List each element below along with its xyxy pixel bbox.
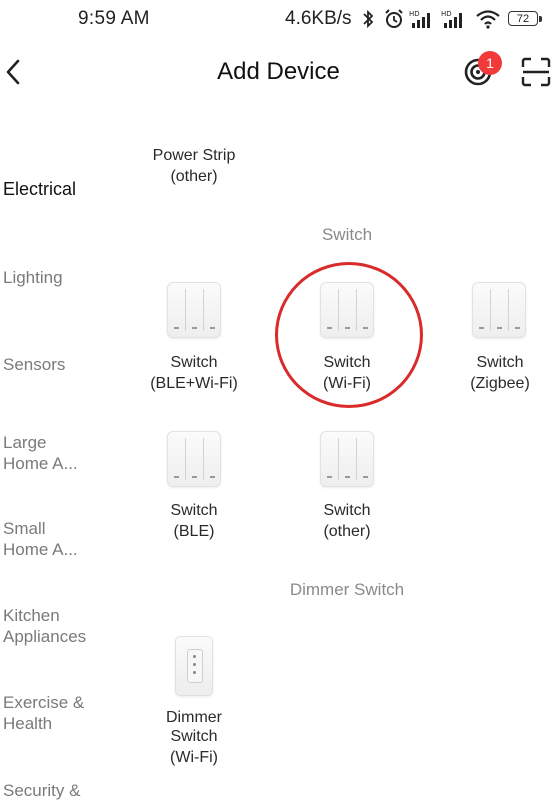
device-label: Switch [170, 502, 218, 519]
alarm-icon [382, 8, 406, 30]
device-label: Switch [323, 502, 371, 519]
section-title-switch: Switch [321, 225, 373, 244]
dimmer-switch-image [175, 636, 213, 696]
battery-icon: 72 [508, 11, 542, 26]
notification-badge: 1 [478, 51, 502, 75]
switch-image [167, 431, 221, 487]
device-label: Dimmer [166, 709, 222, 726]
sidebar-item-small-home-appliances[interactable]: Small Home A... [3, 518, 78, 560]
device-label: (BLE) [173, 523, 215, 540]
device-switch-ble-wifi[interactable]: Switch (BLE+Wi-Fi) [134, 282, 254, 392]
device-label: Switch [170, 354, 218, 371]
scan-icon [521, 57, 551, 87]
sidebar-item-sensors[interactable]: Sensors [3, 354, 65, 375]
device-label: Switch [170, 728, 218, 745]
sidebar-item-electrical[interactable]: Electrical [3, 179, 76, 200]
network-speed: 4.6KB/s [285, 8, 352, 29]
bluetooth-icon [361, 8, 375, 30]
device-label: (Wi-Fi) [170, 749, 218, 766]
device-switch-other[interactable]: Switch (other) [287, 431, 407, 541]
device-switch-ble[interactable]: Switch (BLE) [134, 431, 254, 541]
sidebar-item-exercise-health[interactable]: Exercise & Health [3, 692, 84, 734]
device-dimmer-switch-wifi[interactable]: Dimmer Switch (Wi-Fi) [134, 636, 254, 771]
scan-qr-button[interactable] [520, 56, 552, 88]
device-power-strip-other[interactable]: Power Strip (other) [134, 145, 254, 187]
switch-image [472, 282, 526, 338]
device-label: (other) [170, 168, 218, 185]
status-bar: 9:59 AM 4.6KB/s HD HD 72 [0, 0, 557, 40]
device-switch-zigbee[interactable]: Switch (Zigbee) [440, 282, 557, 392]
device-label: (BLE+Wi-Fi) [150, 375, 238, 392]
sidebar-item-large-home-appliances[interactable]: Large Home A... [3, 432, 78, 474]
device-label: Power Strip [152, 147, 236, 164]
device-label: (Zigbee) [470, 375, 530, 392]
highlight-circle [275, 262, 423, 408]
status-time: 9:59 AM [78, 8, 150, 29]
svg-text:HD: HD [409, 10, 420, 18]
sidebar-item-kitchen-appliances[interactable]: Kitchen Appliances [3, 605, 86, 647]
section-title-dimmer-switch: Dimmer Switch [289, 580, 405, 599]
hd-signal-icon: HD [409, 8, 435, 30]
sidebar-item-lighting[interactable]: Lighting [3, 267, 63, 288]
switch-image [167, 282, 221, 338]
hd-signal-icon: HD [441, 8, 467, 30]
sidebar-item-security[interactable]: Security & [3, 780, 80, 801]
svg-text:HD: HD [441, 10, 452, 18]
device-label: Switch [476, 354, 524, 371]
wifi-icon [474, 8, 502, 30]
switch-image [320, 431, 374, 487]
device-label: (other) [323, 523, 371, 540]
